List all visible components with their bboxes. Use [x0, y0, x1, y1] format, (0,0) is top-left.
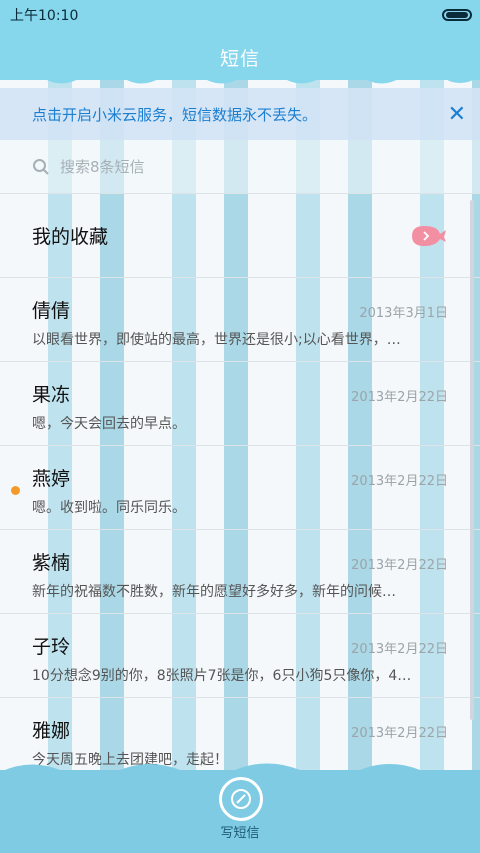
- message-preview: 嗯。收到啦。同乐同乐。: [32, 500, 186, 516]
- page-title: 短信: [219, 48, 260, 70]
- favorites-label: 我的收藏: [32, 226, 109, 248]
- message-preview: 新年的祝福数不胜数，新年的愿望好多好多，新年的问候…: [32, 584, 396, 600]
- contact-name: 雅娜: [32, 720, 71, 742]
- contact-name: 果冻: [32, 384, 71, 406]
- search-icon: [33, 158, 49, 175]
- list-item[interactable]: 子玲 2013年2月22日 10分想念9别的你，8张照片7张是你，6只小狗5只像…: [0, 614, 480, 698]
- cloud-service-banner[interactable]: 点击开启小米云服务，短信数据永不丢失。 ✕: [0, 88, 480, 140]
- status-bar: 上午10:10: [0, 0, 480, 30]
- battery-icon: [442, 9, 472, 21]
- contact-name: 燕婷: [32, 468, 71, 490]
- message-preview: 以眼看世界，即使站的最高，世界还是很小;以心看世界，…: [32, 332, 401, 348]
- compose-label[interactable]: 写短信: [0, 822, 480, 841]
- search-bar[interactable]: 搜索8条短信: [0, 140, 480, 194]
- list-item[interactable]: 燕婷 2013年2月22日 嗯。收到啦。同乐同乐。: [0, 446, 480, 530]
- contact-name: 子玲: [32, 636, 71, 658]
- message-preview: 嗯，今天会回去的早点。: [32, 416, 186, 432]
- unread-indicator: [11, 486, 20, 495]
- banner-text[interactable]: 点击开启小米云服务，短信数据永不丢失。: [32, 104, 317, 125]
- contact-name: 倩倩: [32, 300, 71, 322]
- contact-name: 紫楠: [32, 552, 71, 574]
- message-date: 2013年2月22日: [351, 474, 448, 489]
- message-date: 2013年2月22日: [351, 642, 448, 657]
- message-list: 我的收藏 倩倩 2013年3月1日 以眼看世界，即使站的最高，世界还是很小;以心…: [0, 194, 480, 782]
- message-date: 2013年2月22日: [351, 390, 448, 405]
- whale-icon: [412, 225, 446, 246]
- message-date: 2013年2月22日: [351, 558, 448, 573]
- close-icon[interactable]: ✕: [448, 102, 466, 127]
- favorites-item[interactable]: 我的收藏: [0, 194, 480, 278]
- status-time: 上午10:10: [10, 8, 79, 24]
- message-date: 2013年2月22日: [351, 726, 448, 741]
- compose-button[interactable]: [219, 777, 263, 821]
- list-item[interactable]: 倩倩 2013年3月1日 以眼看世界，即使站的最高，世界还是很小;以心看世界，…: [0, 278, 480, 362]
- message-date: 2013年3月1日: [359, 306, 448, 321]
- scrollbar[interactable]: [470, 200, 474, 720]
- search-input[interactable]: 搜索8条短信: [60, 156, 145, 177]
- message-preview: 10分想念9别的你，8张照片7张是你，6只小狗5只像你，4…: [32, 668, 412, 684]
- compose-icon: [231, 789, 251, 809]
- list-item[interactable]: 紫楠 2013年2月22日 新年的祝福数不胜数，新年的愿望好多好多，新年的问候…: [0, 530, 480, 614]
- list-item[interactable]: 果冻 2013年2月22日 嗯，今天会回去的早点。: [0, 362, 480, 446]
